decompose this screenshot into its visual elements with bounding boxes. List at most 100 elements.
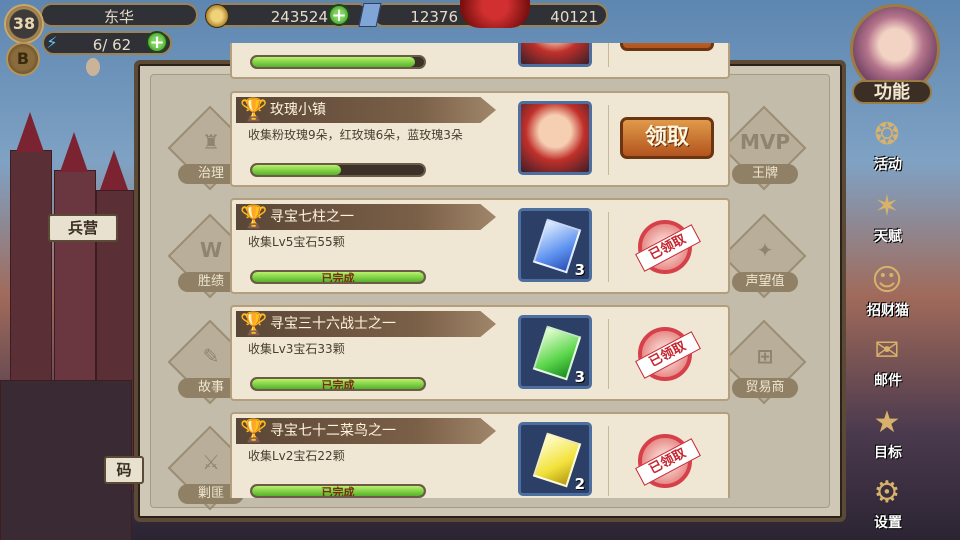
target-icon: ★: [873, 405, 901, 440]
progress-status-text: 已完成: [321, 379, 355, 391]
category-label: 王牌: [732, 164, 798, 184]
category-reputation[interactable]: ✦ 声望值: [721, 213, 807, 299]
add-gold-button[interactable]: +: [328, 4, 350, 26]
claim-button[interactable]: 领取: [620, 117, 714, 159]
menu-item-talent[interactable]: ✶ 天赋: [850, 186, 926, 252]
menu-item-target[interactable]: ★ 目标: [850, 402, 926, 468]
claimed-stamp-text: 已领取: [635, 331, 701, 379]
menu-item-label: 设置: [874, 515, 902, 531]
progress-fill: [252, 57, 416, 67]
trophy-icon: 🏆: [240, 419, 268, 444]
achievement-description: 收集Lv2宝石22颗: [248, 449, 345, 463]
function-menu-title[interactable]: 功能: [852, 80, 932, 104]
reward-gem[interactable]: 2: [518, 422, 592, 496]
progress-bar: [250, 55, 426, 69]
progress-bar: 已完成: [250, 270, 426, 284]
settings-icon: ⚙: [873, 475, 901, 510]
building-roof: [16, 112, 44, 152]
progress-bar: 已完成: [250, 484, 426, 498]
progress-bar: [250, 163, 426, 177]
divider: [608, 426, 609, 496]
player-level-badge[interactable]: 38: [4, 4, 44, 44]
menu-item-label: 目标: [874, 445, 902, 461]
crest-icon: ✦: [756, 238, 774, 262]
menu-item-label: 招财猫: [867, 303, 909, 319]
reward-gem[interactable]: 3: [518, 315, 592, 389]
reward-gem[interactable]: 3: [518, 208, 592, 282]
resource-bar: 38 东华 243524 + 12376 + 40121 6/ 62 ⚡ + B: [0, 0, 640, 76]
hot-air-balloon: [86, 58, 100, 76]
claimed-stamp: 已领取: [635, 434, 701, 488]
achievement-card: 🏆 寻宝七十二菜鸟之一 收集Lv2宝石22颗 已完成 2 已领取: [230, 412, 730, 498]
progress-status-text: 已完成: [321, 272, 355, 284]
lightning-icon: ⚡: [46, 33, 58, 52]
claimed-stamp: 已领取: [635, 220, 701, 274]
divider: [608, 105, 609, 175]
category-trade[interactable]: ⊞ 贸易商: [721, 319, 807, 405]
menu-item-lucky-cat[interactable]: ☺ 招财猫: [850, 260, 926, 326]
mvp-icon: MVP: [739, 130, 791, 154]
achievement-card: 🏆 寻宝三十六战士之一 收集Lv3宝石33颗 已完成 3 已领取: [230, 305, 730, 401]
divider: [608, 319, 609, 389]
achievement-title-bar: 🏆 玫瑰小镇: [236, 97, 496, 123]
plus-icon: +: [331, 5, 347, 26]
trophy-icon: 🏆: [240, 312, 268, 337]
menu-item-mail[interactable]: ✉ 邮件: [850, 330, 926, 396]
achievement-title-bar: 🏆 寻宝三十六战士之一: [236, 311, 496, 337]
building-roof: [60, 132, 88, 172]
menu-item-label: 天赋: [874, 229, 902, 245]
category-ace[interactable]: MVP 王牌: [721, 105, 807, 191]
menu-item-label: 活动: [874, 157, 902, 173]
dock-sign[interactable]: 码: [104, 456, 144, 484]
trade-icon: ⊞: [756, 344, 774, 368]
claimed-stamp-text: 已领取: [635, 224, 701, 272]
achievement-title-bar: 🏆 寻宝七柱之一: [236, 204, 496, 230]
achievement-title: 寻宝七十二菜鸟之一: [270, 423, 396, 439]
building: [10, 150, 52, 382]
menu-item-label: 邮件: [874, 373, 902, 389]
category-label: 声望值: [732, 272, 798, 292]
progress-fill: [252, 165, 342, 175]
achievement-title: 玫瑰小镇: [270, 102, 326, 118]
building-roof: [100, 150, 128, 190]
gold-coin-icon: [205, 4, 229, 28]
lucky-cat-icon: ☺: [871, 263, 903, 298]
reward-quantity: 3: [574, 368, 585, 386]
vip-badge[interactable]: B: [6, 42, 40, 76]
divider: [608, 212, 609, 282]
event-icon: ❂: [874, 117, 900, 152]
achievement-title: 寻宝三十六战士之一: [270, 316, 396, 332]
claimed-stamp: 已领取: [635, 327, 701, 381]
reward-quantity: 3: [574, 261, 585, 279]
hat-icon: [460, 0, 530, 28]
barracks-sign[interactable]: 兵营: [48, 214, 118, 242]
achievement-description: 收集Lv3宝石33颗: [248, 342, 345, 356]
reward-quantity: 2: [574, 475, 585, 493]
achievement-description: 收集Lv5宝石55颗: [248, 235, 345, 249]
claim-button[interactable]: 领取: [620, 43, 714, 51]
add-energy-button[interactable]: +: [146, 31, 168, 53]
category-label: 贸易商: [732, 378, 798, 398]
claimed-stamp-text: 已领取: [635, 438, 701, 486]
achievement-title-bar: 🏆 寻宝七十二菜鸟之一: [236, 418, 496, 444]
achievement-list[interactable]: 领取 🏆 玫瑰小镇 收集粉玫瑰9朵，红玫瑰6朵，蓝玫瑰3朵 领取 🏆 寻宝七柱之…: [230, 43, 732, 498]
achievement-card: 领取: [230, 43, 730, 79]
trophy-icon: 🏆: [240, 98, 268, 123]
player-name[interactable]: 东华: [40, 3, 198, 27]
achievement-description: 收集粉玫瑰9朵，红玫瑰6朵，蓝玫瑰3朵: [248, 128, 463, 142]
trophy-icon: 🏆: [240, 205, 268, 230]
achievement-title: 寻宝七柱之一: [270, 209, 354, 225]
function-menu: 功能 ❂ 活动 ✶ 天赋 ☺ 招财猫 ✉ 邮件 ★ 目标 ⚙ 设置: [848, 0, 960, 540]
progress-bar: 已完成: [250, 377, 426, 391]
reward-hero-portrait[interactable]: [518, 101, 592, 175]
progress-status-text: 已完成: [321, 486, 355, 498]
achievement-card: 🏆 寻宝七柱之一 收集Lv5宝石55颗 已完成 3 已领取: [230, 198, 730, 294]
menu-item-events[interactable]: ❂ 活动: [850, 114, 926, 180]
plus-icon: +: [149, 32, 165, 53]
talent-icon: ✶: [874, 189, 900, 224]
menu-item-settings[interactable]: ⚙ 设置: [850, 472, 926, 538]
divider: [608, 43, 609, 67]
mail-icon: ✉: [874, 333, 900, 368]
reward-hero-portrait[interactable]: [518, 43, 592, 67]
achievement-card: 🏆 玫瑰小镇 收集粉玫瑰9朵，红玫瑰6朵，蓝玫瑰3朵 领取: [230, 91, 730, 187]
